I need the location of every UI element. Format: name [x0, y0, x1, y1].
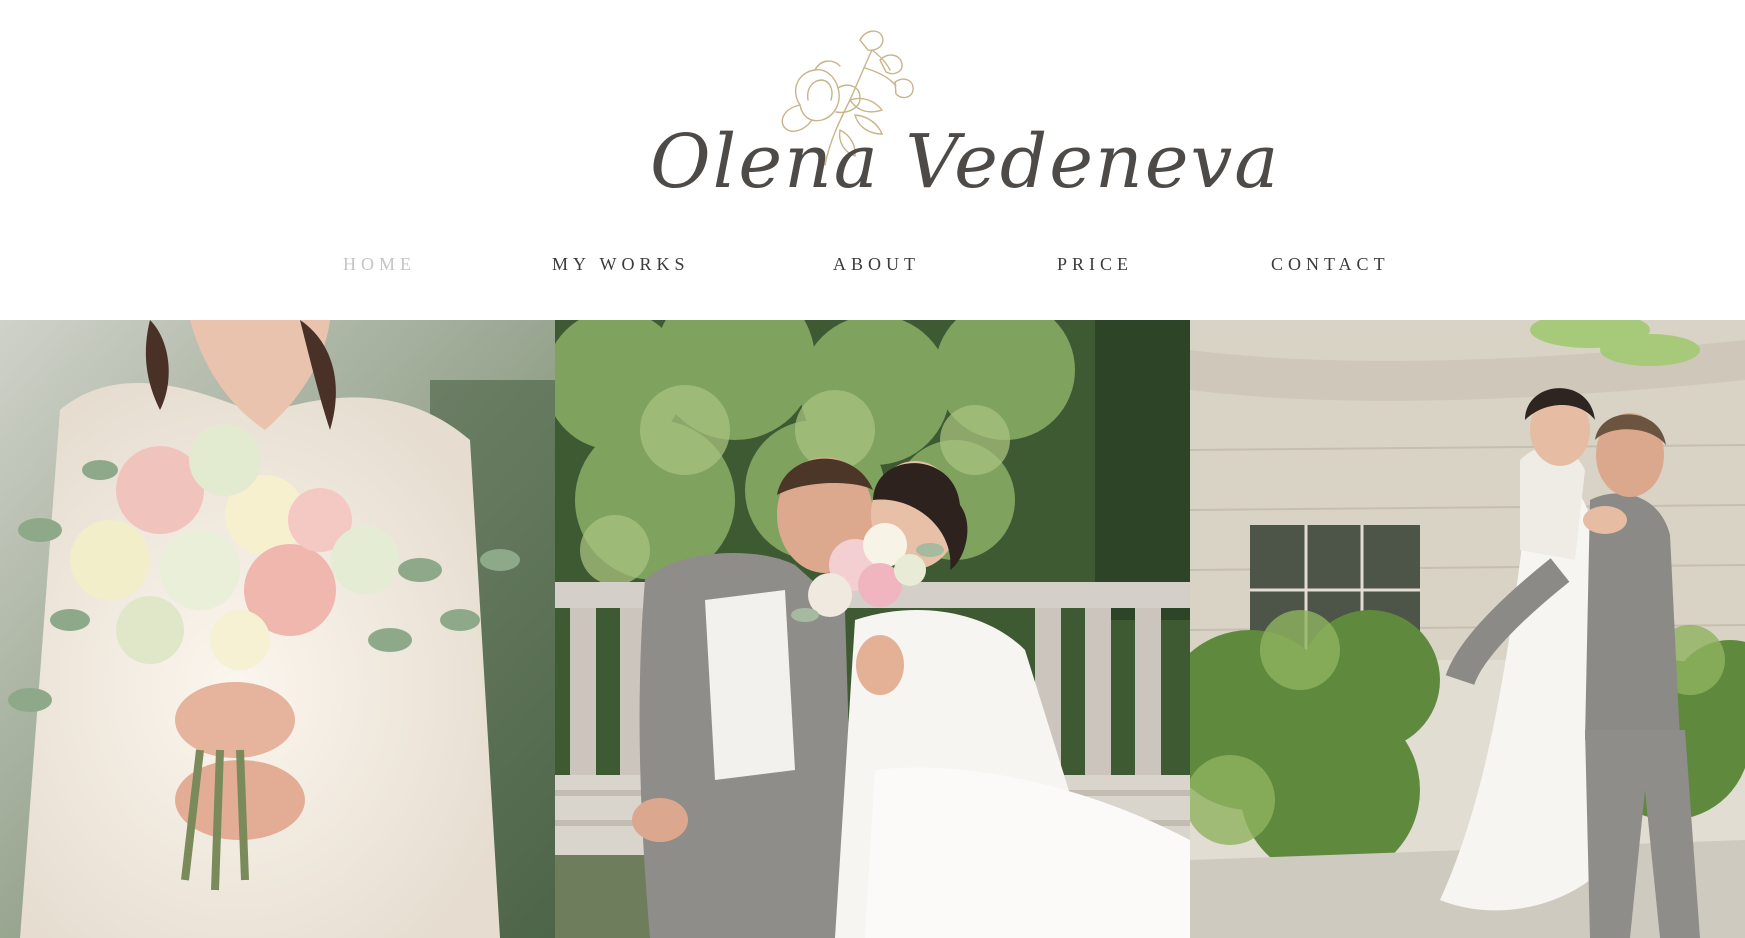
- couple-bench-image: [555, 320, 1190, 938]
- gallery-photo-couple-bench[interactable]: [555, 320, 1190, 938]
- site-header: Olena Vedeneva HOME MY WORKS ABOUT PRICE…: [0, 0, 1745, 320]
- gallery-photo-bride-bouquet[interactable]: [0, 320, 555, 938]
- photo-gallery: [0, 320, 1745, 938]
- couple-lift-image: [1190, 320, 1745, 938]
- bride-bouquet-image: [0, 320, 555, 938]
- nav-item-home[interactable]: HOME: [343, 254, 416, 275]
- nav-item-price[interactable]: PRICE: [1057, 254, 1133, 275]
- logo-script-text: Olena Vedeneva: [650, 119, 1281, 205]
- site-logo[interactable]: Olena Vedeneva: [650, 20, 1281, 230]
- main-navigation: HOME MY WORKS ABOUT PRICE CONTACT: [0, 254, 1745, 294]
- gallery-photo-couple-lift[interactable]: [1190, 320, 1745, 938]
- nav-item-about[interactable]: ABOUT: [833, 254, 920, 275]
- nav-item-contact[interactable]: CONTACT: [1271, 254, 1390, 275]
- nav-item-my-works[interactable]: MY WORKS: [552, 254, 690, 275]
